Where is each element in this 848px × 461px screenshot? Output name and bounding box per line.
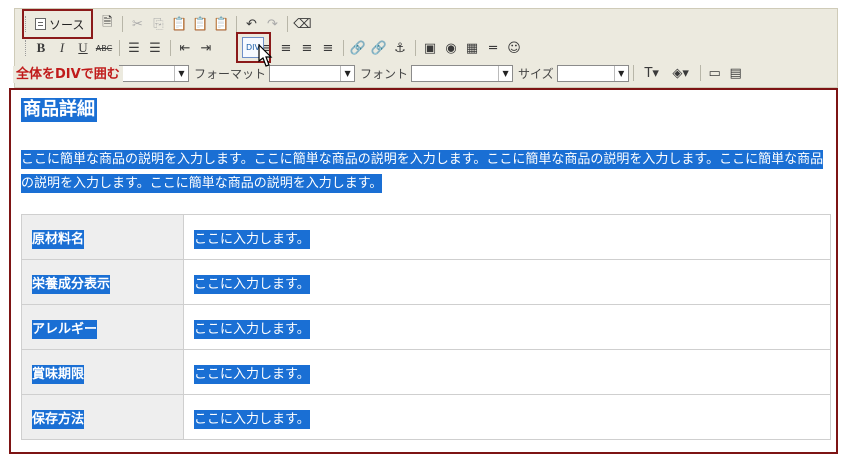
source-button-highlight [22,9,93,39]
paste-word-icon[interactable]: 📋 [211,14,231,34]
indent-icon[interactable]: ⇥ [196,38,216,58]
chevron-down-icon: ▼ [613,65,628,81]
table-row-label: 原材料名 [32,229,85,249]
bulleted-list-icon[interactable]: ☰ [145,38,165,58]
table-row-label: 賞味期限 [32,364,85,384]
remove-format-icon[interactable]: ⌫ [292,14,312,34]
toolbar-separator [415,40,416,56]
toolbar-separator [632,65,634,81]
product-spec-table: 原材料名 ここに入力します。 栄養成分表示 ここに入力します。 アレルギー ここ… [21,214,831,440]
bold-icon[interactable]: B [31,38,51,58]
editor-toolbar: ソース 🗎 ✂ ⎘ 📋 📋 📋 ↶ ↷ ⌫ B I U ABC ☰ ☰ ⇤ ⇥ … [14,8,838,88]
strikethrough-icon[interactable]: ABC [94,38,114,58]
unlink-icon[interactable]: 🔗 [369,38,389,58]
toolbar-separator [170,40,171,56]
align-center-icon[interactable]: ≡ [276,38,296,58]
table-row-value-cell[interactable]: ここに入力します。 [183,304,831,350]
mouse-cursor-icon [258,44,273,67]
background-color-icon[interactable]: ◈▾ [667,63,695,83]
underline-icon[interactable]: U [73,38,93,58]
style-select[interactable]: ▼ [119,64,189,82]
toolbar-separator [699,65,701,81]
product-description-text: ここに簡単な商品の説明を入力します。ここに簡単な商品の説明を入力します。ここに簡… [21,150,824,193]
toolbar-separator [119,40,120,56]
table-row: 保存方法 ここに入力します。 [21,394,831,440]
italic-icon[interactable]: I [52,38,72,58]
table-row-label-cell: 賞味期限 [21,349,184,395]
table-row-value-cell[interactable]: ここに入力します。 [183,259,831,305]
size-select[interactable]: ▼ [556,64,629,82]
table-row-value: ここに入力します。 [194,229,310,249]
maximize-icon[interactable]: ▭ [705,63,725,83]
show-blocks-icon[interactable]: ▤ [726,63,746,83]
paste-icon[interactable]: 📋 [169,14,189,34]
toolbar-grip[interactable] [25,40,28,56]
copy-icon[interactable]: ⎘ [148,14,168,34]
table-row-label-cell: 栄養成分表示 [21,259,184,305]
toolbar-separator [287,16,289,32]
toolbar-row-2: B I U ABC ☰ ☰ ⇤ ⇥ ≡ ≡ ≡ ≡ 🔗 🔗 ⚓ ▣ ◉ ▦ ═ … [23,37,525,59]
format-select[interactable]: ▼ [269,64,356,82]
link-icon[interactable]: 🔗 [348,38,368,58]
table-icon[interactable]: ▦ [462,38,482,58]
smiley-icon[interactable]: ☺ [504,38,524,58]
table-row-value-cell[interactable]: ここに入力します。 [183,214,831,260]
chevron-down-icon: ▼ [498,65,512,81]
undo-icon[interactable]: ↶ [241,14,261,34]
table-row-value: ここに入力します。 [194,274,310,294]
table-row: 原材料名 ここに入力します。 [21,214,831,260]
text-color-icon[interactable]: T▾ [638,63,666,83]
table-row-value: ここに入力します。 [194,319,310,339]
table-row-value-cell[interactable]: ここに入力します。 [183,394,831,440]
outdent-icon[interactable]: ⇤ [175,38,195,58]
numbered-list-icon[interactable]: ☰ [124,38,144,58]
align-justify-icon[interactable]: ≡ [318,38,338,58]
table-row: 賞味期限 ここに入力します。 [21,349,831,395]
chevron-down-icon: ▼ [340,65,354,81]
redo-icon[interactable]: ↷ [262,14,282,34]
toolbar-separator [236,16,238,32]
anchor-icon[interactable]: ⚓ [390,38,410,58]
font-label: フォント [360,66,409,81]
table-row-label-cell: 原材料名 [21,214,184,260]
paste-text-icon[interactable]: 📋 [190,14,210,34]
font-select[interactable]: ▼ [411,64,514,82]
horizontal-rule-icon[interactable]: ═ [483,38,503,58]
table-row-value: ここに入力します。 [194,409,310,429]
table-row-label: 保存方法 [32,409,85,429]
size-label: サイズ [518,66,554,81]
cut-icon[interactable]: ✂ [127,14,147,34]
toolbar-row-3: ▼ フォーマット ▼ フォント ▼ サイズ ▼ T▾ ◈▾ ▭ ▤ [23,62,747,84]
flash-icon[interactable]: ◉ [441,38,461,58]
table-row-label: アレルギー [32,319,98,339]
wrap-div-annotation: 全体をDIVで囲む [13,66,123,83]
table-row-label-cell: 保存方法 [21,394,184,440]
product-description: ここに簡単な商品の説明を入力します。ここに簡単な商品の説明を入力します。ここに簡… [21,148,829,196]
table-row: アレルギー ここに入力します。 [21,304,831,350]
chevron-down-icon: ▼ [174,65,188,81]
table-row-value-cell[interactable]: ここに入力します。 [183,349,831,395]
toolbar-separator [122,16,124,32]
new-page-icon[interactable]: 🗎 [97,14,117,34]
table-row-label: 栄養成分表示 [32,274,111,294]
table-row: 栄養成分表示 ここに入力します。 [21,259,831,305]
table-row-label-cell: アレルギー [21,304,184,350]
image-icon[interactable]: ▣ [420,38,440,58]
page-title: 商品詳細 [21,98,97,122]
editor-content-area[interactable]: 商品詳細 ここに簡単な商品の説明を入力します。ここに簡単な商品の説明を入力します… [9,88,838,454]
toolbar-separator [343,40,344,56]
table-row-value: ここに入力します。 [194,364,310,384]
align-right-icon[interactable]: ≡ [297,38,317,58]
